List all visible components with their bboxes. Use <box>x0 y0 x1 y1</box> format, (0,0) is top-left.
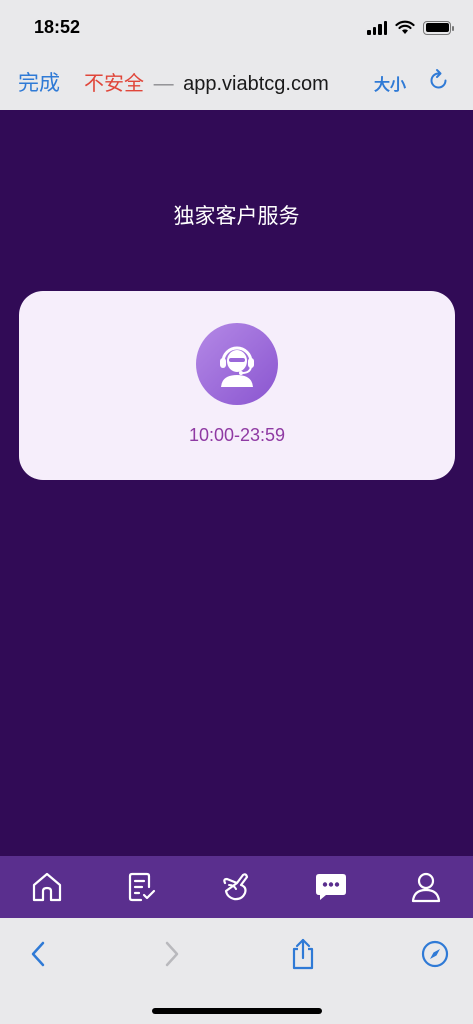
orders-icon <box>128 872 155 902</box>
status-bar: 18:52 <box>0 0 473 56</box>
hand-icon <box>223 873 249 901</box>
insecure-label: 不安全 <box>84 73 144 95</box>
share-icon <box>292 938 314 970</box>
url-separator: — <box>153 73 174 95</box>
page-content: 独家客户服务 10:00-23:59 <box>0 110 473 856</box>
browser-toolbar <box>0 918 473 1024</box>
app-tab-bar <box>0 856 473 918</box>
customer-support-icon <box>196 323 278 405</box>
share-button[interactable] <box>287 938 319 970</box>
forward-button[interactable] <box>156 938 188 970</box>
reload-icon[interactable] <box>428 68 450 92</box>
chevron-left-icon <box>31 941 45 967</box>
customer-service-card[interactable]: 10:00-23:59 <box>19 291 455 480</box>
tab-promotion[interactable] <box>206 856 266 918</box>
safari-button[interactable] <box>419 938 451 970</box>
chevron-right-icon <box>165 941 179 967</box>
tab-chat[interactable] <box>301 856 361 918</box>
compass-icon <box>421 940 449 968</box>
page-title: 独家客户服务 <box>173 205 300 228</box>
status-time: 18:52 <box>34 17 81 37</box>
home-indicator <box>152 1008 322 1014</box>
profile-icon <box>411 872 440 903</box>
text-size-button[interactable]: 大小 <box>374 71 406 95</box>
status-icons <box>367 20 454 35</box>
tab-profile[interactable] <box>396 856 456 918</box>
home-icon <box>33 872 62 902</box>
done-button[interactable]: 完成 <box>18 67 60 97</box>
wifi-icon <box>395 20 415 34</box>
back-button[interactable] <box>22 938 54 970</box>
url-domain: app.viabtcg.com <box>183 73 329 95</box>
signal-icon <box>367 20 387 35</box>
tab-home[interactable] <box>17 856 77 918</box>
tab-orders[interactable] <box>112 856 172 918</box>
service-hours: 10:00-23:59 <box>188 425 286 445</box>
browser-address-bar: 完成 不安全 — app.viabtcg.com 大小 <box>0 56 473 110</box>
battery-icon <box>423 20 454 35</box>
chat-icon <box>316 874 347 900</box>
url-field[interactable]: 不安全 — app.viabtcg.com <box>84 67 329 96</box>
